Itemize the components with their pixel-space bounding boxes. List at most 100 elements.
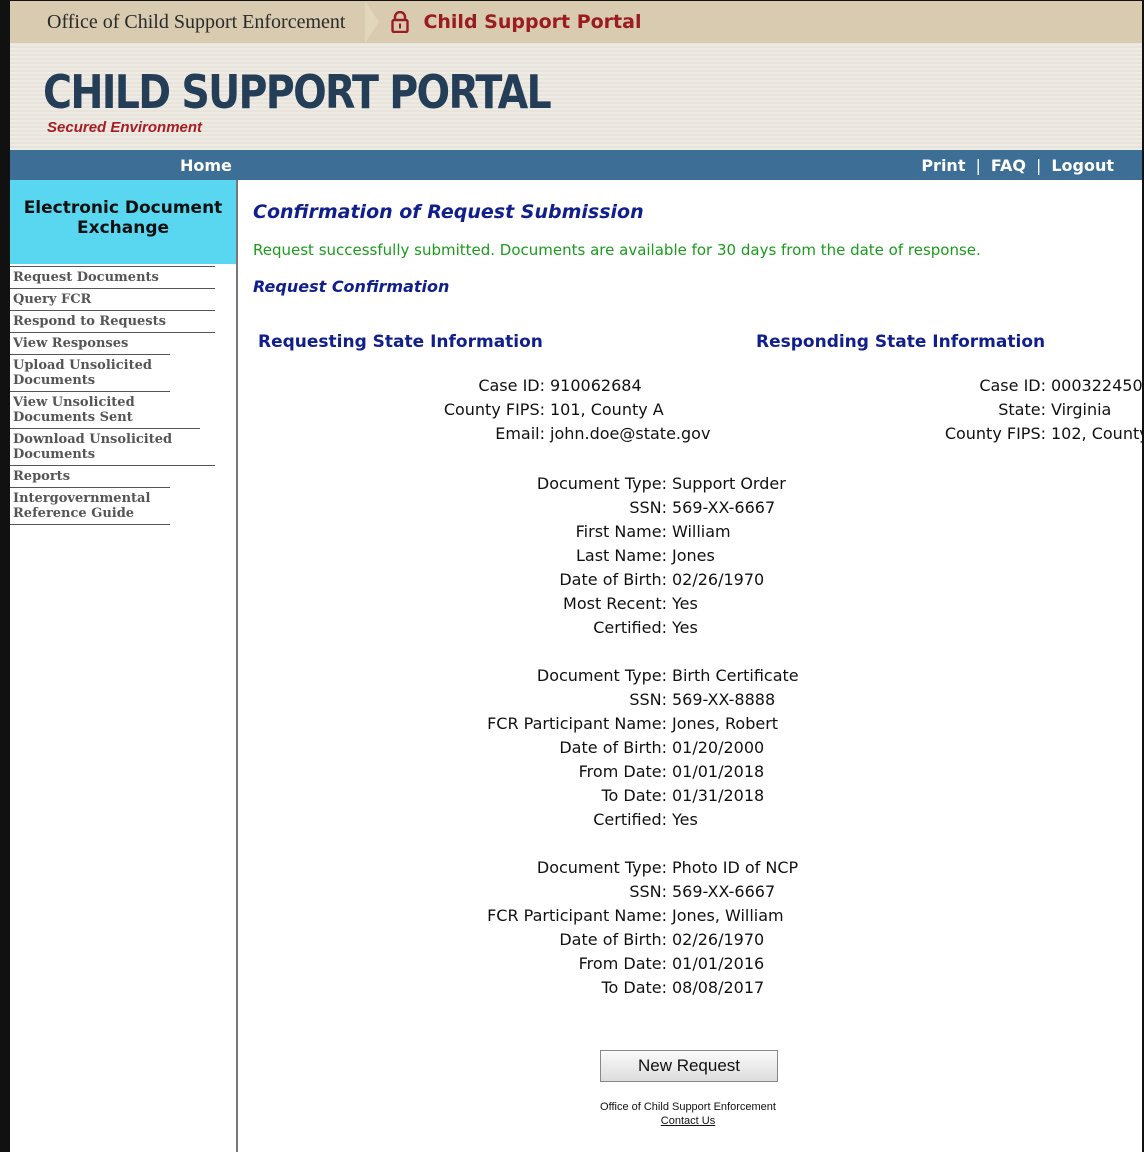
sidebar-item-download-unsolicited[interactable]: Download Unsolicited Documents (10, 428, 200, 465)
doc-value: 569-XX-8888 (672, 690, 776, 709)
doc-label: Date of Birth: (559, 930, 667, 949)
nav-separator: | (1035, 156, 1042, 175)
lock-icon (391, 11, 410, 33)
info-value: 0003224507 (1051, 376, 1144, 395)
doc-value: 08/08/2017 (672, 978, 765, 997)
doc-value: 01/20/2000 (672, 738, 765, 757)
document-block-support-order: Document Type: Support Order SSN: 569-XX-6… (253, 472, 786, 640)
doc-label: SSN: (629, 882, 667, 901)
sidebar-item-upload-unsolicited[interactable]: Upload Unsolicited Documents (10, 354, 170, 391)
sidebar: Electronic Document Exchange Request Doc… (10, 180, 238, 1152)
responding-state-heading: Responding State Information (756, 332, 1046, 352)
breadcrumb-portal-label: Child Support Portal (423, 11, 642, 33)
doc-row: FCR Participant Name: Jones, Robert (253, 712, 799, 736)
doc-value: Photo ID of NCP (672, 858, 799, 877)
doc-value: Yes (672, 810, 698, 829)
requesting-state-heading: Requesting State Information (258, 332, 543, 352)
doc-value: 01/01/2016 (672, 954, 765, 973)
doc-row: Document Type: Birth Certificate (253, 664, 799, 688)
doc-row: Date of Birth: 02/26/1970 (253, 568, 786, 592)
doc-value: 01/01/2018 (672, 762, 765, 781)
doc-row: Last Name: Jones (253, 544, 786, 568)
info-row: County FIPS: 102, County B (703, 422, 1144, 446)
doc-label: Document Type: (536, 858, 667, 877)
doc-row: SSN: 569-XX-8888 (253, 688, 799, 712)
doc-value: Yes (672, 594, 698, 613)
info-label: County FIPS: (944, 424, 1046, 443)
doc-value: 02/26/1970 (672, 930, 765, 949)
info-row: County FIPS: 101, County A (253, 398, 710, 422)
doc-value: 569-XX-6667 (672, 882, 776, 901)
doc-row: Date of Birth: 01/20/2000 (253, 736, 799, 760)
requesting-state-info: Case ID: 910062684 County FIPS: 101, Count… (253, 374, 711, 446)
doc-row: From Date: 01/01/2018 (253, 760, 799, 784)
footer-organization: Office of Child Support Enforcement (600, 1101, 776, 1113)
info-label: Email: (495, 424, 545, 443)
info-value: 910062684 (550, 376, 642, 395)
doc-label: To Date: (601, 978, 667, 997)
info-label: State: (998, 400, 1046, 419)
section-subheading: Request Confirmation (253, 277, 450, 296)
doc-row: Document Type: Photo ID of NCP (253, 856, 798, 880)
doc-value: 01/31/2018 (672, 786, 765, 805)
doc-row: Document Type: Support Order (253, 472, 786, 496)
doc-label: SSN: (629, 498, 667, 517)
info-value: Virginia (1051, 400, 1112, 419)
info-row: Email: john.doe@state.gov (253, 422, 710, 446)
new-request-button[interactable]: New Request (600, 1050, 778, 1082)
doc-label: From Date: (578, 954, 667, 973)
sidebar-item-respond-to-requests[interactable]: Respond to Requests (10, 310, 215, 332)
doc-row: Date of Birth: 02/26/1970 (253, 928, 798, 952)
sidebar-item-intergovernmental-guide[interactable]: Intergovernmental Reference Guide (10, 487, 170, 525)
info-label: Case ID: (478, 376, 545, 395)
doc-label: Certified: (593, 618, 667, 637)
footer-contact-link[interactable]: Contact Us (253, 1115, 1123, 1127)
info-value: 102, County B (1051, 424, 1144, 443)
doc-label: Document Type: (536, 666, 667, 685)
document-block-birth-certificate: Document Type: Birth Certificate SSN: 569-… (253, 664, 799, 832)
success-message: Request successfully submitted. Document… (253, 241, 981, 259)
portal-logo-subtitle: Secured Environment (47, 119, 203, 136)
sidebar-item-view-responses[interactable]: View Responses (10, 332, 215, 354)
nav-faq-link[interactable]: FAQ (991, 156, 1026, 175)
nav-print-link[interactable]: Print (921, 156, 965, 175)
sidebar-item-query-fcr[interactable]: Query FCR (10, 288, 215, 310)
doc-value: 02/26/1970 (672, 570, 765, 589)
info-label: Case ID: (979, 376, 1046, 395)
info-row: State: Virginia (703, 398, 1144, 422)
info-value: 101, County A (550, 400, 664, 419)
nav-home-link[interactable]: Home (180, 156, 232, 175)
doc-label: Document Type: (536, 474, 667, 493)
breadcrumb-portal[interactable]: Child Support Portal (365, 1, 641, 43)
breadcrumb-office[interactable]: Office of Child Support Enforcement (10, 1, 380, 43)
doc-row: To Date: 08/08/2017 (253, 976, 798, 1000)
doc-label: Certified: (593, 810, 667, 829)
doc-row: Most Recent: Yes (253, 592, 786, 616)
top-breadcrumb-bar: Office of Child Support Enforcement Chil… (10, 1, 1142, 43)
nav-separator: | (975, 156, 981, 175)
doc-value: William (672, 522, 731, 541)
sidebar-item-request-documents[interactable]: Request Documents (10, 266, 215, 288)
sidebar-item-view-unsolicited-sent[interactable]: View Unsolicited Documents Sent (10, 391, 170, 428)
doc-label: Date of Birth: (559, 570, 667, 589)
doc-row: SSN: 569-XX-6667 (253, 496, 786, 520)
doc-label: Most Recent: (563, 594, 667, 613)
doc-row: Certified: Yes (253, 808, 799, 832)
sidebar-item-reports[interactable]: Reports (10, 465, 215, 487)
doc-label: First Name: (575, 522, 667, 541)
doc-label: SSN: (629, 690, 667, 709)
doc-row: FCR Participant Name: Jones, William (253, 904, 798, 928)
doc-label: To Date: (601, 786, 667, 805)
sidebar-menu: Request Documents Query FCR Respond to R… (10, 266, 236, 525)
document-block-photo-id: Document Type: Photo ID of NCP SSN: 569-XX… (253, 856, 798, 1000)
doc-value: Jones (672, 546, 715, 565)
breadcrumb-chevron-icon (365, 1, 380, 43)
doc-row: From Date: 01/01/2016 (253, 952, 798, 976)
doc-label: Last Name: (575, 546, 667, 565)
sidebar-heading: Electronic Document Exchange (10, 180, 236, 264)
nav-logout-link[interactable]: Logout (1051, 156, 1114, 175)
info-label: County FIPS: (443, 400, 545, 419)
header-banner: CHILD SUPPORT PORTAL Secured Environment (10, 43, 1142, 150)
doc-value: Support Order (672, 474, 786, 493)
doc-label: From Date: (578, 762, 667, 781)
